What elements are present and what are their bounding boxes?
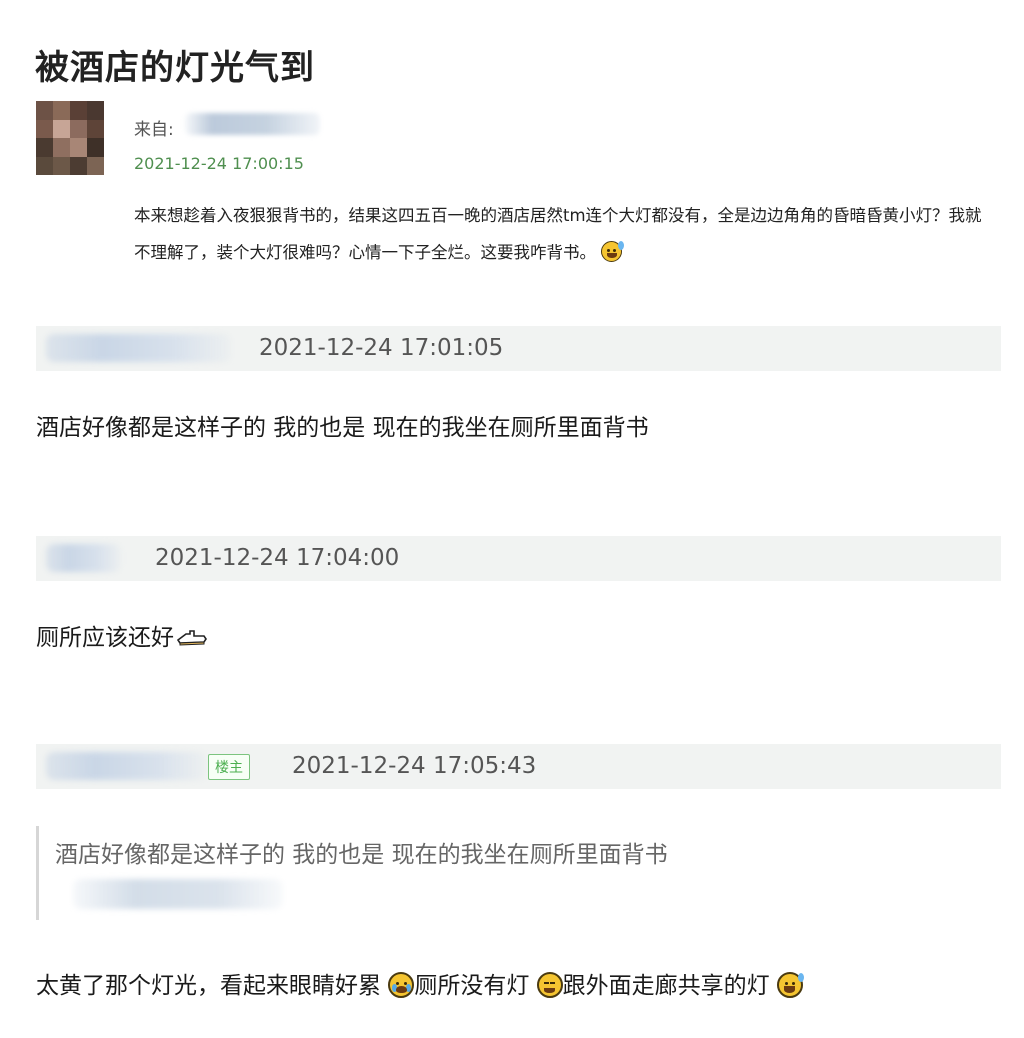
reply-content: 厕所应该还好: [36, 618, 208, 652]
from-label: 来自:: [134, 120, 174, 140]
post-timestamp: 2021-12-24 17:00:15: [134, 154, 304, 173]
quote-text: 酒店好像都是这样子的 我的也是 现在的我坐在厕所里面背书: [55, 842, 668, 868]
pointing-hand-icon: [176, 630, 207, 646]
reply-text-part: 厕所没有灯: [414, 973, 530, 999]
reply-author-redacted[interactable]: [46, 752, 206, 780]
avatar[interactable]: [36, 101, 104, 175]
reply-timestamp: 2021-12-24 17:05:43: [292, 753, 537, 779]
reply-text: 厕所应该还好: [36, 625, 174, 651]
reply-timestamp: 2021-12-24 17:01:05: [259, 335, 504, 361]
reply-text-part: 跟外面走廊共享的灯: [562, 973, 770, 999]
smiling-face-icon: [536, 972, 563, 998]
reply-content: 太黄了那个灯光，看起来眼睛好累 厕所没有灯 跟外面走廊共享的灯: [36, 966, 804, 1000]
reply-text-part: 太黄了那个灯光，看起来眼睛好累: [36, 973, 381, 999]
reply-header: 2021-12-24 17:04:00: [36, 536, 1001, 581]
reply-header: 2021-12-24 17:01:05: [36, 326, 1001, 371]
quote-author-redacted: [73, 879, 283, 909]
grinning-sweat-icon: [776, 972, 804, 998]
post-title: 被酒店的灯光气到: [35, 48, 315, 88]
loudly-crying-icon: [388, 972, 415, 998]
post-body-text: 本来想趁着入夜狠狠背书的，结果这四五百一晚的酒店居然tm连个大灯都没有，全是边边…: [134, 206, 982, 262]
post-content: 本来想趁着入夜狠狠背书的，结果这四五百一晚的酒店居然tm连个大灯都没有，全是边边…: [134, 197, 990, 271]
op-badge: 楼主: [208, 754, 250, 780]
reply-author-redacted[interactable]: [46, 544, 121, 572]
reply-author-redacted[interactable]: [46, 334, 231, 362]
author-name-redacted: [185, 113, 320, 135]
grinning-sweat-icon: [601, 241, 625, 262]
reply-header: 楼主 2021-12-24 17:05:43: [36, 744, 1001, 789]
reply-timestamp: 2021-12-24 17:04:00: [155, 545, 400, 571]
reply-content: 酒店好像都是这样子的 我的也是 现在的我坐在厕所里面背书: [36, 415, 649, 441]
quoted-reply: 酒店好像都是这样子的 我的也是 现在的我坐在厕所里面背书: [36, 826, 668, 920]
